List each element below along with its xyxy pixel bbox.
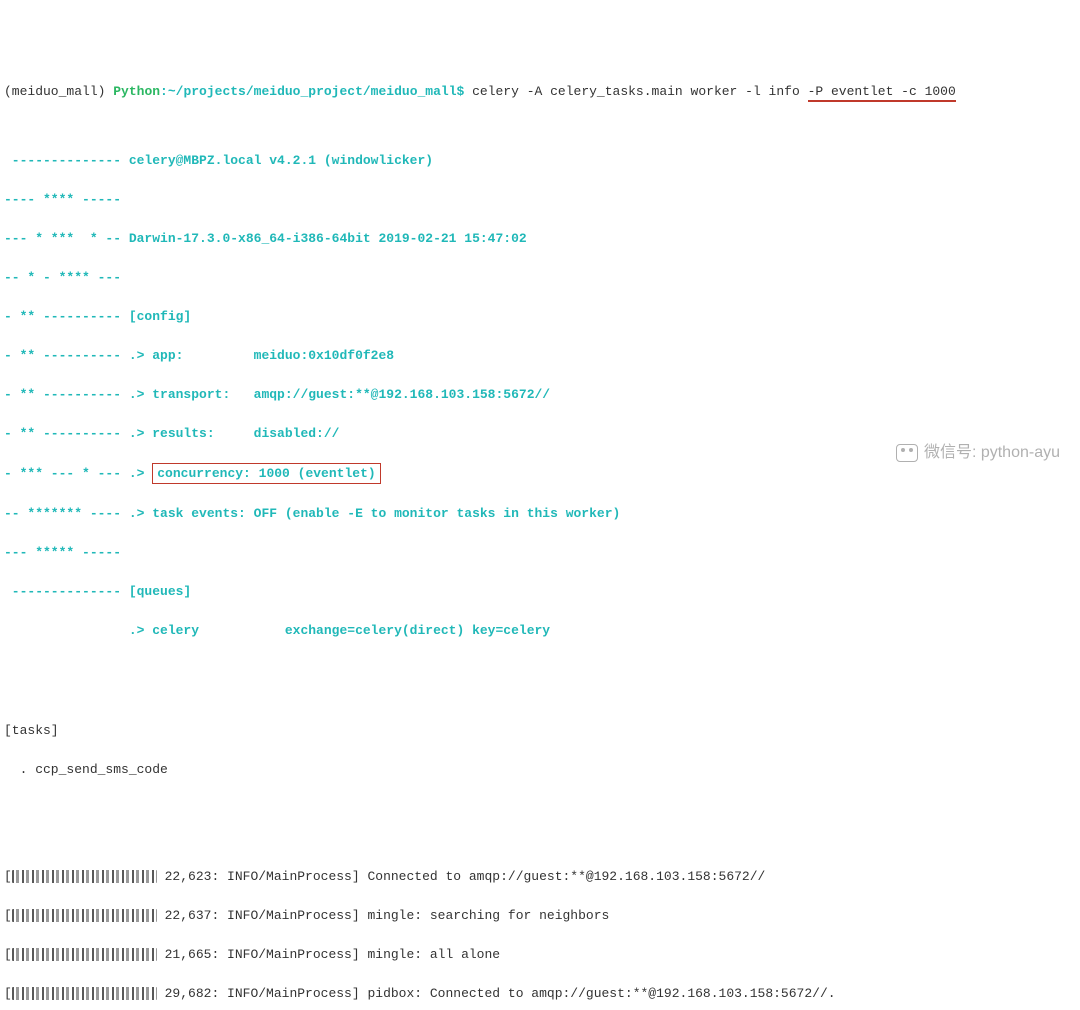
log-line: [ 29,682: INFO/MainProcess] pidbox: Conn… bbox=[4, 984, 1076, 1004]
tasks-section: [tasks] . ccp_send_sms_code bbox=[4, 701, 1076, 799]
tasks-header: [tasks] bbox=[4, 721, 1076, 741]
banner-line: --- * *** * -- Darwin-17.3.0-x86_64-i386… bbox=[4, 229, 1076, 249]
log-line: [ 21,665: INFO/MainProcess] mingle: all … bbox=[4, 945, 1076, 965]
redacted-timestamp bbox=[12, 987, 157, 1000]
venv-name: (meiduo_mall) bbox=[4, 84, 105, 99]
prompt-user: Python bbox=[113, 84, 160, 99]
banner-line: - ** ---------- .> transport: amqp://gue… bbox=[4, 385, 1076, 405]
log-line: [ 22,637: INFO/MainProcess] mingle: sear… bbox=[4, 906, 1076, 926]
terminal-prompt: (meiduo_mall) Python:~/projects/meiduo_p… bbox=[4, 82, 1076, 102]
command-prefix: celery -A celery_tasks.main worker -l in… bbox=[464, 84, 807, 99]
redacted-timestamp bbox=[12, 870, 157, 883]
banner-line: -- * - **** --- bbox=[4, 268, 1076, 288]
banner-line: -------------- [queues] bbox=[4, 582, 1076, 602]
command-highlighted-flags: -P eventlet -c 1000 bbox=[808, 84, 956, 102]
banner-line: - ** ---------- [config] bbox=[4, 307, 1076, 327]
wechat-icon bbox=[896, 444, 918, 462]
redacted-timestamp bbox=[12, 948, 157, 961]
banner-line: --- ***** ----- bbox=[4, 543, 1076, 563]
banner-line: ---- **** ----- bbox=[4, 190, 1076, 210]
log-line: [ 22,623: INFO/MainProcess] Connected to… bbox=[4, 867, 1076, 887]
task-item: . ccp_send_sms_code bbox=[4, 760, 1076, 780]
banner-line: - ** ---------- .> app: meiduo:0x10df0f2… bbox=[4, 346, 1076, 366]
redacted-timestamp bbox=[12, 909, 157, 922]
concurrency-highlight-box: concurrency: 1000 (eventlet) bbox=[152, 463, 380, 485]
banner-line: - ** ---------- .> results: disabled:// bbox=[4, 424, 1076, 444]
watermark-text: 微信号: python-ayu bbox=[924, 441, 1060, 465]
banner-line-concurrency: - *** --- * --- .> concurrency: 1000 (ev… bbox=[4, 463, 1076, 485]
prompt-path: :~/projects/meiduo_project/meiduo_mall$ bbox=[160, 84, 464, 99]
banner-line: -- ******* ---- .> task events: OFF (ena… bbox=[4, 504, 1076, 524]
wechat-watermark: 微信号: python-ayu bbox=[896, 441, 1060, 465]
log-section: [ 22,623: INFO/MainProcess] Connected to… bbox=[4, 848, 1076, 1010]
banner-line: .> celery exchange=celery(direct) key=ce… bbox=[4, 621, 1076, 641]
banner-line: -------------- celery@MBPZ.local v4.2.1 … bbox=[4, 151, 1076, 171]
